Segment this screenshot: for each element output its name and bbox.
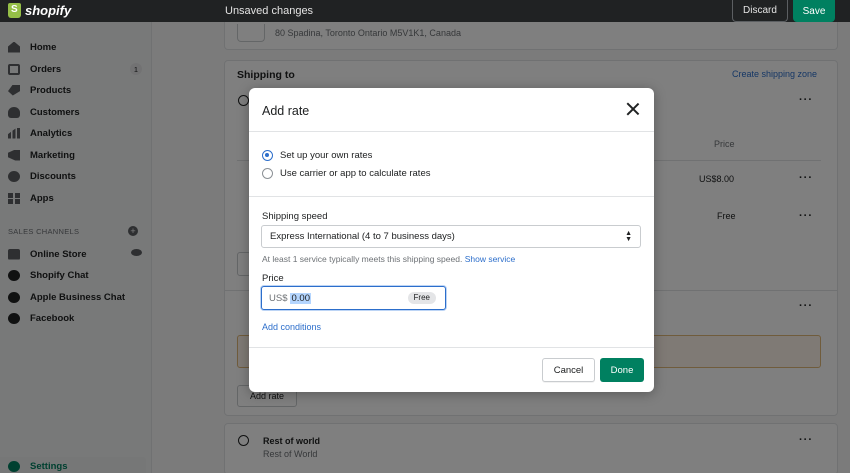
shipping-speed-helper: At least 1 service typically meets this … <box>262 254 515 264</box>
modal-footer-divider <box>249 347 654 348</box>
shipping-speed-select[interactable]: Express International (4 to 7 business d… <box>261 225 641 248</box>
modal-title: Add rate <box>262 104 310 118</box>
section-divider <box>249 196 654 197</box>
discard-button[interactable]: Discard <box>732 0 788 22</box>
carrier-rates-option[interactable]: Use carrier or app to calculate rates <box>262 168 430 179</box>
modal-header-divider <box>249 131 654 132</box>
price-value[interactable]: 0.00 <box>290 292 311 304</box>
price-input[interactable]: US$ 0.00 Free <box>261 286 446 310</box>
free-badge: Free <box>407 292 436 304</box>
shopify-bag-icon <box>8 3 21 18</box>
unsaved-changes-label: Unsaved changes <box>225 5 314 17</box>
radio-selected[interactable] <box>262 150 273 161</box>
radio-unselected[interactable] <box>262 168 273 179</box>
price-label: Price <box>262 273 284 284</box>
add-conditions-link[interactable]: Add conditions <box>262 322 321 332</box>
show-service-link[interactable]: Show service <box>465 254 516 264</box>
add-rate-modal: Add rate Set up your own rates Use carri… <box>249 88 654 392</box>
helper-text: At least 1 service typically meets this … <box>262 254 463 264</box>
shipping-speed-value: Express International (4 to 7 business d… <box>270 231 455 242</box>
done-button[interactable]: Done <box>600 358 644 382</box>
option-label: Use carrier or app to calculate rates <box>280 168 431 179</box>
close-icon[interactable] <box>626 102 640 116</box>
own-rates-option[interactable]: Set up your own rates <box>262 150 372 161</box>
save-button[interactable]: Save <box>793 0 835 22</box>
brand-name: shopify <box>25 3 72 18</box>
shopify-logo[interactable]: shopify <box>8 3 71 18</box>
shipping-speed-label: Shipping speed <box>262 211 328 222</box>
currency-prefix: US$ <box>269 292 288 304</box>
top-bar: shopify Unsaved changes Discard Save <box>0 0 850 22</box>
select-arrows-icon: ▲ ▼ <box>625 230 632 243</box>
option-label: Set up your own rates <box>280 150 373 161</box>
cancel-button[interactable]: Cancel <box>542 358 595 382</box>
